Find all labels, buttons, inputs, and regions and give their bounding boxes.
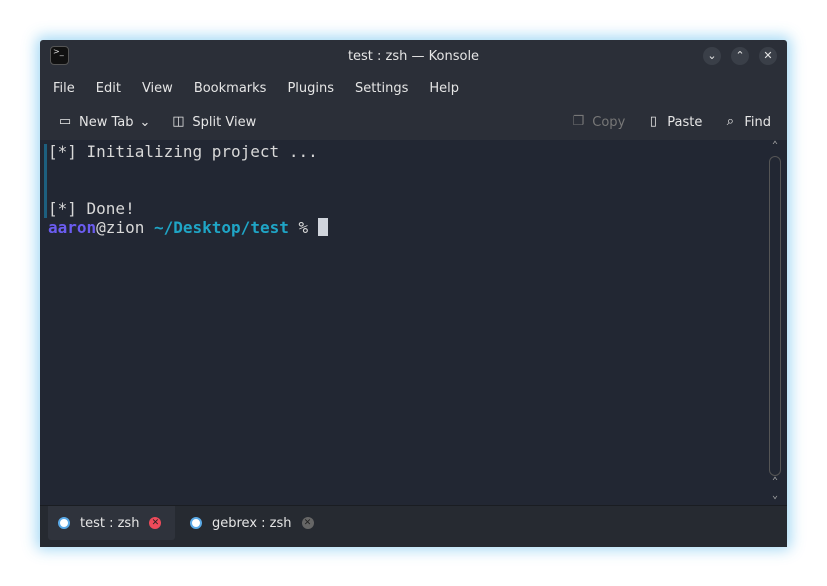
toolbar: ▭ New Tab ⌄ ◫ Split View ❐ Copy ▯ Paste ⌕ Find: [40, 104, 787, 140]
paste-label: Paste: [667, 114, 703, 130]
terminal-area[interactable]: [*] Initializing project ... [*] Done! a…: [40, 140, 787, 505]
prompt-symbol: %: [298, 218, 309, 237]
tab-gebrex[interactable]: gebrex : zsh ✕: [180, 506, 324, 540]
window-title: test : zsh — Konsole: [347, 49, 480, 64]
cursor: [317, 218, 328, 236]
menu-view[interactable]: View: [142, 81, 173, 96]
scrollbar[interactable]: ⌃ ⌃ ⌄: [769, 140, 781, 505]
close-button[interactable]: ✕: [759, 47, 777, 65]
copy-icon: ❐: [572, 114, 585, 129]
menu-bookmarks[interactable]: Bookmarks: [194, 81, 267, 96]
menu-plugins[interactable]: Plugins: [287, 81, 334, 96]
tab-label: test : zsh: [80, 515, 140, 531]
paste-icon: ▯: [649, 114, 657, 129]
output-marker: [44, 144, 47, 218]
tab-test[interactable]: test : zsh ✕: [48, 506, 175, 540]
title-bar: >_ test : zsh — Konsole ⌄ ⌃ ✕: [40, 40, 787, 72]
split-view-icon: ◫: [172, 114, 185, 129]
maximize-button[interactable]: ⌃: [731, 47, 749, 65]
menu-file[interactable]: File: [53, 81, 75, 96]
paste-button[interactable]: ▯ Paste: [645, 114, 703, 130]
scroll-down-icon[interactable]: ⌄: [769, 490, 781, 501]
find-button[interactable]: ⌕ Find: [722, 114, 771, 130]
search-icon: ⌕: [726, 114, 734, 129]
terminal-tab-icon: [190, 517, 202, 529]
scroll-up-icon[interactable]: ⌃: [769, 476, 781, 487]
prompt-line: aaron@zion ~/Desktop/test %: [48, 218, 328, 237]
output-line: [*] Initializing project ...: [48, 142, 318, 161]
scrollbar-track[interactable]: [769, 156, 781, 476]
split-view-label: Split View: [192, 114, 257, 130]
terminal-tab-icon: [58, 517, 70, 529]
new-tab-icon: ▭: [58, 114, 72, 129]
konsole-window: >_ test : zsh — Konsole ⌄ ⌃ ✕ File Edit …: [40, 40, 787, 547]
minimize-button[interactable]: ⌄: [703, 47, 721, 65]
find-label: Find: [744, 114, 771, 130]
copy-button[interactable]: ❐ Copy: [570, 114, 625, 130]
chevron-down-icon[interactable]: ⌄: [140, 115, 151, 130]
new-tab-label: New Tab: [79, 114, 134, 130]
copy-label: Copy: [592, 114, 626, 130]
close-tab-icon[interactable]: ✕: [149, 517, 162, 529]
tab-bar: test : zsh ✕ gebrex : zsh ✕: [40, 505, 787, 547]
menu-help[interactable]: Help: [429, 81, 459, 96]
new-tab-button[interactable]: ▭ New Tab ⌄: [57, 114, 151, 130]
menu-settings[interactable]: Settings: [355, 81, 408, 96]
output-line: [*] Done!: [48, 199, 135, 218]
scroll-up-icon[interactable]: ⌃: [769, 140, 781, 151]
prompt-path: ~/Desktop/test: [153, 218, 289, 237]
menu-bar: File Edit View Bookmarks Plugins Setting…: [40, 72, 787, 104]
prompt-user: aaron: [48, 218, 97, 237]
tab-label: gebrex : zsh: [212, 515, 292, 531]
split-view-button[interactable]: ◫ Split View: [170, 114, 256, 130]
close-tab-icon[interactable]: ✕: [301, 517, 314, 529]
prompt-host: @zion: [96, 218, 145, 237]
menu-edit[interactable]: Edit: [96, 81, 121, 96]
